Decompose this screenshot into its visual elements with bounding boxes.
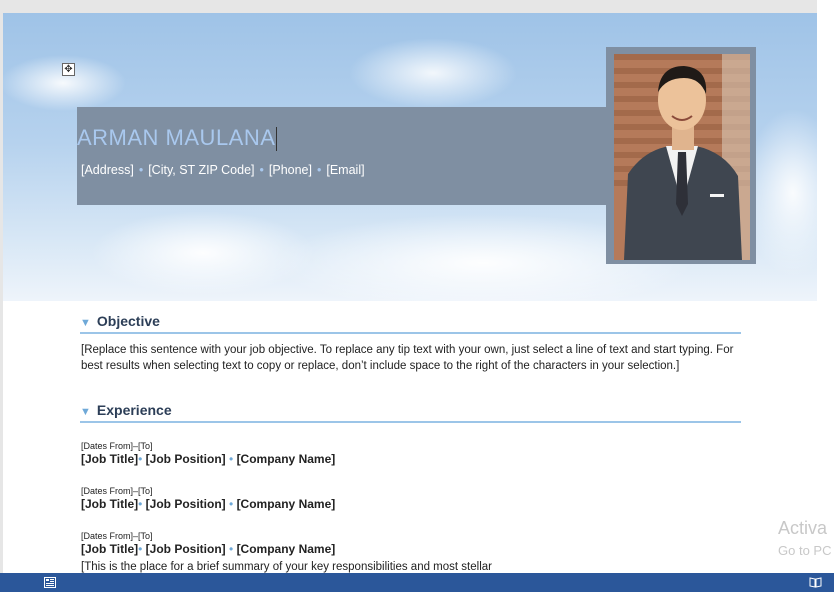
contact-separator: • (259, 163, 264, 177)
job-line: [Job Title]• [Job Position] • [Company N… (81, 452, 335, 466)
job-title: [Job Title] (81, 542, 139, 556)
header-band: ARMAN MAULANA [Address] • [City, ST ZIP Co… (77, 107, 611, 205)
objective-section: ▼ Objective [Replace this sentence with y… (80, 313, 741, 374)
job-dates: [Dates From]–[To] (81, 531, 153, 541)
status-bar (0, 573, 834, 592)
document-page[interactable]: ✥ ARMAN MAULANA [Address] • [City, ST ZIP … (3, 13, 817, 573)
contact-separator: • (316, 163, 322, 177)
job-position: [Job Position] (145, 497, 226, 511)
job-dates: [Dates From]–[To] (81, 441, 153, 451)
job-separator: • (229, 452, 234, 466)
profile-photo (614, 54, 750, 260)
job-separator: • (138, 452, 143, 466)
job-separator: • (229, 542, 234, 556)
contact-separator: • (138, 163, 144, 177)
job-position: [Job Position] (145, 452, 226, 466)
objective-body[interactable]: [Replace this sentence with your job obj… (80, 342, 741, 374)
job-line: [Job Title]• [Job Position] • [Company N… (81, 542, 335, 556)
activation-watermark-line1: Activa (778, 518, 828, 538)
job-separator: • (138, 497, 143, 511)
page-layout-icon[interactable] (44, 577, 56, 588)
contact-city: [City, ST ZIP Code] (148, 163, 255, 177)
job-title: [Job Title] (81, 497, 139, 511)
section-divider (80, 421, 741, 423)
job-entry[interactable]: [Dates From]–[To] [Job Title]• [Job Posi… (81, 531, 335, 556)
contact-line[interactable]: [Address] • [City, ST ZIP Code] • [Phone] • [E… (81, 163, 365, 177)
activation-watermark-line2: Go to PC (778, 543, 832, 558)
contact-phone: [Phone] (268, 163, 312, 177)
section-divider (80, 332, 741, 334)
read-mode-icon[interactable] (809, 577, 822, 588)
objective-heading[interactable]: ▼ Objective (80, 313, 741, 329)
job-dates: [Dates From]–[To] (81, 486, 153, 496)
contact-email: [Email] (326, 163, 365, 177)
collapse-triangle-icon[interactable]: ▼ (80, 406, 91, 418)
job-entry[interactable]: [Dates From]–[To] [Job Title]• [Job Posi… (81, 486, 335, 511)
job-position: [Job Position] (145, 542, 226, 556)
experience-heading[interactable]: ▼ Experience (80, 402, 741, 418)
experience-section: ▼ Experience (80, 402, 741, 423)
resume-name[interactable]: ARMAN MAULANA (77, 125, 278, 152)
scrollbar-gutter (817, 0, 834, 573)
collapse-triangle-icon[interactable]: ▼ (80, 317, 91, 329)
job-separator: • (229, 497, 234, 511)
text-cursor (276, 127, 278, 152)
company-name: [Company Name] (236, 452, 336, 466)
table-move-handle-icon[interactable]: ✥ (62, 63, 75, 76)
company-name: [Company Name] (236, 497, 336, 511)
job-summary[interactable]: [This is the place for a brief summary o… (81, 561, 492, 573)
profile-photo-frame[interactable] (606, 47, 756, 264)
job-entry[interactable]: [Dates From]–[To] [Job Title]• [Job Posi… (81, 441, 335, 466)
job-title: [Job Title] (81, 452, 139, 466)
job-separator: • (138, 542, 143, 556)
contact-address: [Address] (81, 163, 134, 177)
company-name: [Company Name] (236, 542, 336, 556)
job-line: [Job Title]• [Job Position] • [Company N… (81, 497, 335, 511)
